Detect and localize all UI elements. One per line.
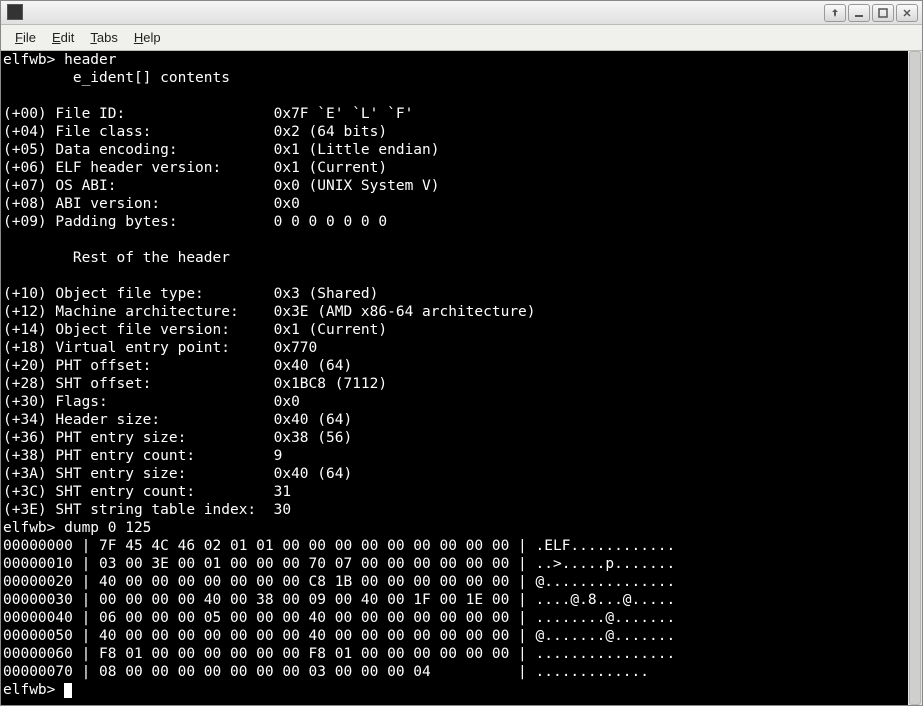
maximize-icon xyxy=(878,8,888,18)
menu-tabs[interactable]: Tabs xyxy=(82,27,125,48)
terminal-line: (+18) Virtual entry point: 0x770 xyxy=(3,339,920,357)
terminal-line: 00000060 | F8 01 00 00 00 00 00 00 F8 01… xyxy=(3,645,920,663)
terminal-line: (+08) ABI version: 0x0 xyxy=(3,195,920,213)
terminal-output[interactable]: elfwb> header e_ident[] contents (+00) F… xyxy=(1,51,922,705)
terminal-wrap: elfwb> header e_ident[] contents (+00) F… xyxy=(1,51,922,705)
terminal-line: (+30) Flags: 0x0 xyxy=(3,393,920,411)
terminal-line: (+3C) SHT entry count: 31 xyxy=(3,483,920,501)
menu-file[interactable]: File xyxy=(7,27,44,48)
cursor xyxy=(64,683,72,698)
prompt-text: elfwb> xyxy=(3,682,64,698)
terminal-line: 00000000 | 7F 45 4C 46 02 01 01 00 00 00… xyxy=(3,537,920,555)
terminal-line: Rest of the header xyxy=(3,249,920,267)
menu-help[interactable]: Help xyxy=(126,27,169,48)
menubar: File Edit Tabs Help xyxy=(1,25,922,51)
terminal-line xyxy=(3,87,920,105)
terminal-line: 00000020 | 40 00 00 00 00 00 00 00 C8 1B… xyxy=(3,573,920,591)
terminal-line: (+07) OS ABI: 0x0 (UNIX System V) xyxy=(3,177,920,195)
pin-icon xyxy=(830,8,840,18)
menu-edit[interactable]: Edit xyxy=(44,27,82,48)
terminal-line: (+06) ELF header version: 0x1 (Current) xyxy=(3,159,920,177)
terminal-line: 00000030 | 00 00 00 00 40 00 38 00 09 00… xyxy=(3,591,920,609)
terminal-line: (+05) Data encoding: 0x1 (Little endian) xyxy=(3,141,920,159)
terminal-line: (+09) Padding bytes: 0 0 0 0 0 0 0 xyxy=(3,213,920,231)
terminal-line: (+12) Machine architecture: 0x3E (AMD x8… xyxy=(3,303,920,321)
close-button[interactable] xyxy=(896,4,918,22)
terminal-line: (+3A) SHT entry size: 0x40 (64) xyxy=(3,465,920,483)
terminal-line: (+20) PHT offset: 0x40 (64) xyxy=(3,357,920,375)
terminal-line: e_ident[] contents xyxy=(3,69,920,87)
terminal-line: 00000070 | 08 00 00 00 00 00 00 00 03 00… xyxy=(3,663,920,681)
terminal-line: (+14) Object file version: 0x1 (Current) xyxy=(3,321,920,339)
terminal-prompt[interactable]: elfwb> xyxy=(3,681,920,699)
close-icon xyxy=(902,8,912,18)
terminal-window: File Edit Tabs Help elfwb> header e_iden… xyxy=(0,0,923,706)
terminal-line: (+00) File ID: 0x7F `E' `L' `F' xyxy=(3,105,920,123)
terminal-line: (+36) PHT entry size: 0x38 (56) xyxy=(3,429,920,447)
terminal-line: (+34) Header size: 0x40 (64) xyxy=(3,411,920,429)
terminal-line: (+10) Object file type: 0x3 (Shared) xyxy=(3,285,920,303)
minimize-icon xyxy=(854,8,864,18)
terminal-line: 00000050 | 40 00 00 00 00 00 00 00 40 00… xyxy=(3,627,920,645)
terminal-line: 00000040 | 06 00 00 00 05 00 00 00 40 00… xyxy=(3,609,920,627)
terminal-line: (+28) SHT offset: 0x1BC8 (7112) xyxy=(3,375,920,393)
terminal-line xyxy=(3,267,920,285)
scrollbar[interactable] xyxy=(908,51,922,705)
terminal-line: (+04) File class: 0x2 (64 bits) xyxy=(3,123,920,141)
app-icon xyxy=(7,4,23,20)
terminal-line xyxy=(3,231,920,249)
terminal-line: elfwb> header xyxy=(3,51,920,69)
pin-button[interactable] xyxy=(824,4,846,22)
terminal-line: (+38) PHT entry count: 9 xyxy=(3,447,920,465)
maximize-button[interactable] xyxy=(872,4,894,22)
titlebar xyxy=(1,1,922,25)
minimize-button[interactable] xyxy=(848,4,870,22)
scrollbar-thumb[interactable] xyxy=(909,51,921,705)
terminal-line: (+3E) SHT string table index: 30 xyxy=(3,501,920,519)
terminal-line: elfwb> dump 0 125 xyxy=(3,519,920,537)
terminal-line: 00000010 | 03 00 3E 00 01 00 00 00 70 07… xyxy=(3,555,920,573)
